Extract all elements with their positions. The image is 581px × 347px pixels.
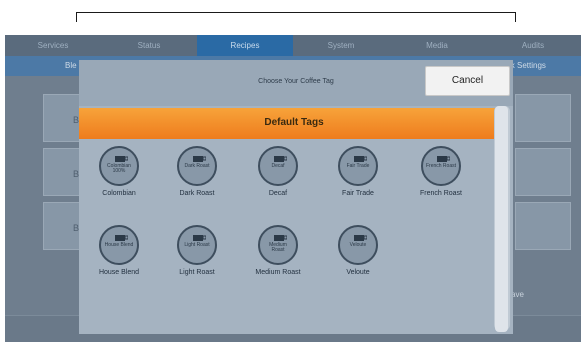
top-navigation: Services Status Recipes System Media Aud… — [5, 35, 581, 56]
tag-house-blend[interactable]: House Blend House Blend — [84, 225, 154, 276]
tag-badge: Veloute — [338, 225, 378, 265]
section-title: Default Tags — [264, 117, 324, 128]
background-recipe-cell — [515, 94, 571, 142]
badge-text: French Roast — [425, 163, 456, 169]
badge-text: Fair Trade — [346, 163, 370, 169]
tag-veloute[interactable]: Veloute Veloute — [323, 225, 393, 276]
tag-badge: Medium Roast — [258, 225, 298, 265]
background-recipe-cell — [515, 148, 571, 196]
tag-badge: House Blend — [99, 225, 139, 265]
default-tags-header: Default Tags — [79, 108, 509, 139]
scrollbar-thumb[interactable] — [495, 106, 508, 332]
tab-recipes[interactable]: Recipes — [197, 35, 293, 56]
tag-label: Dark Roast — [179, 190, 215, 197]
tag-label: Decaf — [268, 190, 288, 197]
tag-light-roast[interactable]: Light Roast Light Roast — [162, 225, 232, 276]
tab-system[interactable]: System — [293, 35, 389, 56]
badge-text: Veloute — [349, 242, 367, 248]
tag-label: Veloute — [346, 269, 370, 276]
coffee-cup-icon — [354, 235, 367, 241]
tag-badge: Light Roast — [177, 225, 217, 265]
tag-fair-trade[interactable]: Fair Trade Fair Trade — [323, 146, 393, 197]
coffee-cup-icon — [354, 156, 367, 162]
coffee-cup-icon — [437, 156, 450, 162]
tag-badge: Colombian 100% — [99, 146, 139, 186]
coffee-cup-icon — [274, 156, 287, 162]
tag-french-roast[interactable]: French Roast French Roast — [406, 146, 476, 197]
tag-badge: French Roast — [421, 146, 461, 186]
tab-audits[interactable]: Audits — [485, 35, 581, 56]
coffee-cup-icon — [115, 156, 128, 162]
tab-services[interactable]: Services — [5, 35, 101, 56]
coffee-cup-icon — [193, 156, 206, 162]
tag-label: Medium Roast — [255, 269, 301, 276]
annotation-bracket — [76, 12, 516, 22]
coffee-cup-icon — [193, 235, 206, 241]
tag-medium-roast[interactable]: Medium Roast Medium Roast — [243, 225, 313, 276]
tag-badge: Decaf — [258, 146, 298, 186]
badge-text: House Blend — [104, 242, 134, 248]
tag-badge: Fair Trade — [338, 146, 378, 186]
coffee-cup-icon — [115, 235, 128, 241]
tab-status[interactable]: Status — [101, 35, 197, 56]
tag-label: Light Roast — [179, 269, 215, 276]
badge-text: Dark Roast — [184, 163, 210, 169]
badge-text: Light Roast — [184, 242, 210, 248]
coffee-cup-icon — [274, 235, 287, 241]
tag-label: Fair Trade — [342, 190, 374, 197]
tag-dark-roast[interactable]: Dark Roast Dark Roast — [162, 146, 232, 197]
tag-badge: Dark Roast — [177, 146, 217, 186]
tag-decaf[interactable]: Decaf Decaf — [243, 146, 313, 197]
dialog-header: Choose Your Coffee Tag Cancel — [79, 60, 513, 106]
cancel-button[interactable]: Cancel — [425, 66, 510, 96]
badge-text: Decaf — [271, 163, 285, 169]
background-recipe-cell — [515, 202, 571, 250]
badge-text: Colombian 100% — [107, 163, 131, 174]
subnav-left-tab[interactable]: Ble — [65, 61, 77, 70]
tag-label: French Roast — [419, 190, 463, 197]
badge-text: Medium Roast — [269, 242, 287, 253]
tag-label: Colombian — [102, 190, 136, 197]
tag-label: House Blend — [98, 269, 140, 276]
coffee-tag-dialog: Choose Your Coffee Tag Cancel Default Ta… — [79, 60, 513, 334]
tag-colombian[interactable]: Colombian 100% Colombian — [84, 146, 154, 197]
tab-media[interactable]: Media — [389, 35, 485, 56]
